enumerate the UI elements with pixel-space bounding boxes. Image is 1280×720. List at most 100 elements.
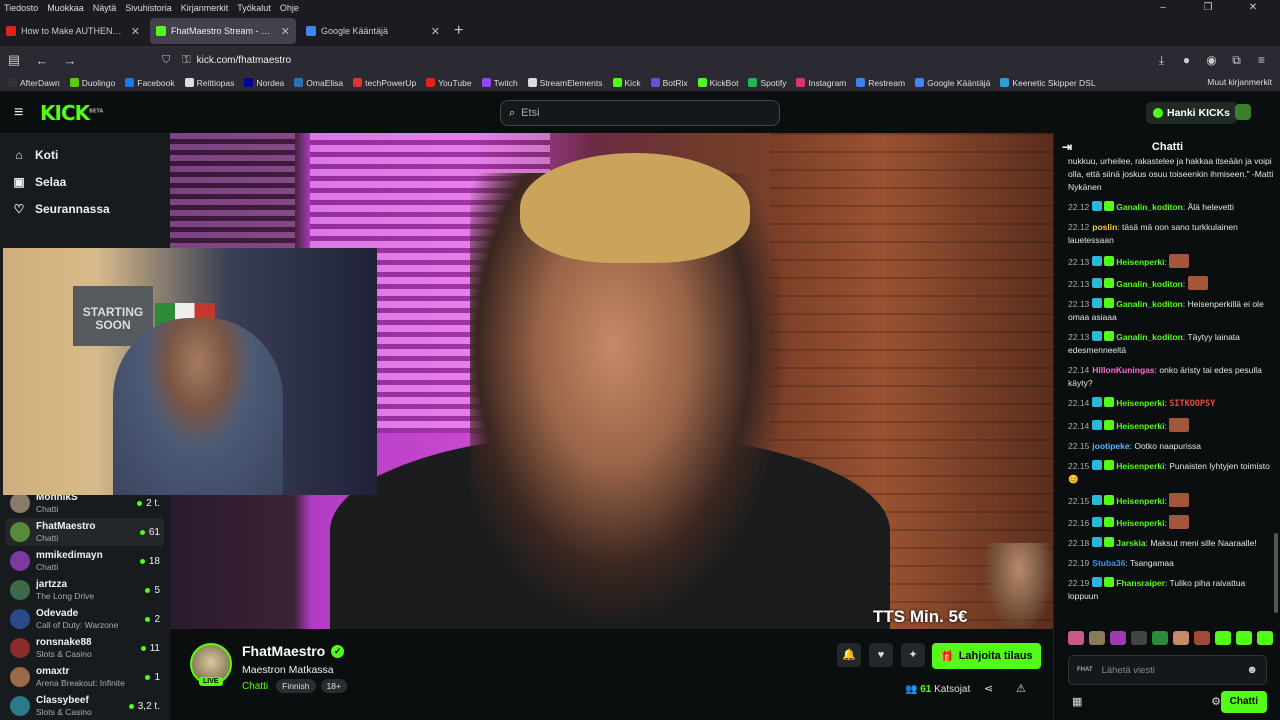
emote-icon[interactable] [1131,631,1147,645]
nav-home[interactable]: ⌂ Koti [0,141,170,168]
emote-icon[interactable] [1173,631,1189,645]
bookmark-twitch[interactable]: Twitch [481,78,518,88]
chat-username[interactable]: Ganalin_koditon [1116,299,1183,309]
bookmark-google-k-nt-j-[interactable]: Google Kääntäjä [915,78,990,88]
chat-username[interactable]: Heisenperki [1116,518,1164,528]
bell-icon[interactable]: 🔔 [837,643,861,667]
bookmark-duolingo[interactable]: Duolingo [69,78,115,88]
chat-username[interactable]: poslin [1092,222,1117,232]
app-menu-icon[interactable]: ≡ [1249,53,1274,67]
channel-item-ronsnake88[interactable]: ronsnake88 Slots & Casino 11 [6,634,164,662]
share-icon[interactable]: ⋖ [984,682,993,695]
tag-age[interactable]: 18+ [320,679,347,693]
back-icon[interactable]: ← [28,53,56,68]
emoji-picker-icon[interactable]: ☻ [1246,664,1258,676]
menu-file[interactable]: Tiedosto [4,3,38,13]
url-text[interactable]: kick.com/fhatmaestro [197,55,291,66]
bookmark-spotify[interactable]: Spotify [748,78,786,88]
emote-icon[interactable] [1257,631,1273,645]
shield-icon[interactable]: ⛉ [162,54,170,67]
close-window-icon[interactable]: ✕ [1235,0,1271,16]
chat-input[interactable]: FHAT Lähetä viesti ☻ [1068,655,1267,685]
close-tab-icon[interactable]: ✕ [131,25,140,38]
bookmark-streamelements[interactable]: StreamElements [527,78,603,88]
bookmark-keenetic-skipper-dsl[interactable]: Keenetic Skipper DSL [1000,78,1096,88]
streamer-name[interactable]: FhatMaestro ✓ [242,643,345,659]
menu-history[interactable]: Sivuhistoria [125,3,172,13]
sparkle-icon[interactable]: ✦ [901,643,925,667]
lock-icon[interactable]: ⚿ [182,54,190,67]
chat-username[interactable]: Heisenperki [1116,496,1164,506]
bookmark-kick[interactable]: Kick [612,78,641,88]
gift-box-icon[interactable]: ▦ [1072,695,1082,708]
maximize-icon[interactable]: ❐ [1190,0,1226,16]
bookmark-kickbot[interactable]: KickBot [697,78,738,88]
chat-scrollbar[interactable] [1274,533,1278,613]
collapse-chat-icon[interactable]: ⇥ [1062,140,1072,154]
chat-username[interactable]: Heisenperki [1116,257,1164,267]
channel-item-odevade[interactable]: Odevade Call of Duty: Warzone 2 [6,605,164,633]
menu-help[interactable]: Ohje [280,3,299,13]
follow-heart-icon[interactable]: ♥ [869,643,893,667]
sidebar-toggle-icon[interactable]: ▤ [0,52,28,68]
close-tab-icon[interactable]: ✕ [281,25,290,38]
bookmark-techpowerup[interactable]: techPowerUp [353,78,416,88]
emote-icon[interactable] [1068,631,1084,645]
extensions-icon[interactable]: ⧉ [1224,53,1249,68]
channel-item-jartzza[interactable]: jartzza The Long Drive 5 [6,576,164,604]
new-tab-icon[interactable]: + [454,22,463,40]
channel-item-fhatmaestro[interactable]: FhatMaestro Chatti 61 [6,518,164,546]
stream-category[interactable]: Chatti [242,681,268,692]
emote-icon[interactable] [1236,631,1252,645]
tab-kick[interactable]: FhatMaestro Stream - Watch ✕ [150,18,296,44]
bookmark-youtube[interactable]: YouTube [426,78,472,88]
minimize-icon[interactable]: – [1145,0,1181,16]
bookmark-nordea[interactable]: Nordea [244,78,284,88]
channel-item-mmikedimayn[interactable]: mmikedimayn Chatti 18 [6,547,164,575]
url-bar[interactable]: ⛉ ⚿ kick.com/fhatmaestro [156,49,1032,71]
kick-logo[interactable]: KICKBETA [40,101,103,125]
bookmark-reittiopas[interactable]: Reittiopas [184,78,234,88]
account-icon[interactable]: ● [1174,53,1199,67]
emote-icon[interactable] [1152,631,1168,645]
menu-bookmarks[interactable]: Kirjanmerkit [181,3,229,13]
bookmark-facebook[interactable]: Facebook [125,78,175,88]
chat-username[interactable]: jootipeke [1092,441,1129,451]
send-chat-button[interactable]: Chatti [1220,691,1267,713]
chat-username[interactable]: Ganalin_koditon [1116,202,1183,212]
emote-icon[interactable] [1215,631,1231,645]
tab-translate[interactable]: Google Kääntäjä ✕ [300,18,446,44]
menu-view[interactable]: Näytä [93,3,117,13]
menu-tools[interactable]: Työkalut [237,3,271,13]
gear-icon[interactable]: ⚙ [1211,695,1221,708]
emote-icon[interactable] [1110,631,1126,645]
channel-item-omaxtr[interactable]: omaxtr Arena Breakout: Infinite 1 [6,663,164,691]
forward-icon[interactable]: → [56,53,84,68]
chat-username[interactable]: Heisenperki [1116,461,1164,471]
emote-icon[interactable] [1194,631,1210,645]
nav-browse[interactable]: ▣ Selaa [0,168,170,195]
menu-edit[interactable]: Muokkaa [47,3,84,13]
chat-username[interactable]: Fhansraiper [1116,578,1165,588]
chat-username[interactable]: Ganalin_koditon [1116,279,1183,289]
user-avatar[interactable] [1235,104,1251,120]
get-kicks-button[interactable]: Hanki KICKs [1146,102,1238,124]
channel-item-classybeef[interactable]: Classybeef Slots & Casino 3,2 t. [6,692,164,720]
bookmark-restream[interactable]: Restream [856,78,905,88]
chat-username[interactable]: Heisenperki [1116,421,1164,431]
chat-username[interactable]: HillonKuningas [1092,365,1154,375]
chat-username[interactable]: Ganalin_koditon [1116,332,1183,342]
bookmark-instagram[interactable]: Instagram [796,78,846,88]
bookmark-omaelisa[interactable]: OmaElisa [294,78,343,88]
bookmark-afterdawn[interactable]: AfterDawn [8,78,60,88]
bookmark-botrix[interactable]: BotRix [650,78,688,88]
gift-sub-button[interactable]: 🎁 Lahjoita tilaus [932,643,1041,669]
extension-badge-icon[interactable]: ◉ [1199,53,1224,67]
tab-youtube[interactable]: How to Make AUTHENTIC BOLO✕ [0,18,146,44]
close-tab-icon[interactable]: ✕ [431,25,440,38]
hamburger-icon[interactable]: ≡ [14,104,23,122]
other-bookmarks[interactable]: Muut kirjanmerkit [1207,77,1272,87]
nav-following[interactable]: ♡ Seurannassa [0,195,170,222]
chat-username[interactable]: Stuba36 [1092,558,1125,568]
emote-icon[interactable] [1089,631,1105,645]
